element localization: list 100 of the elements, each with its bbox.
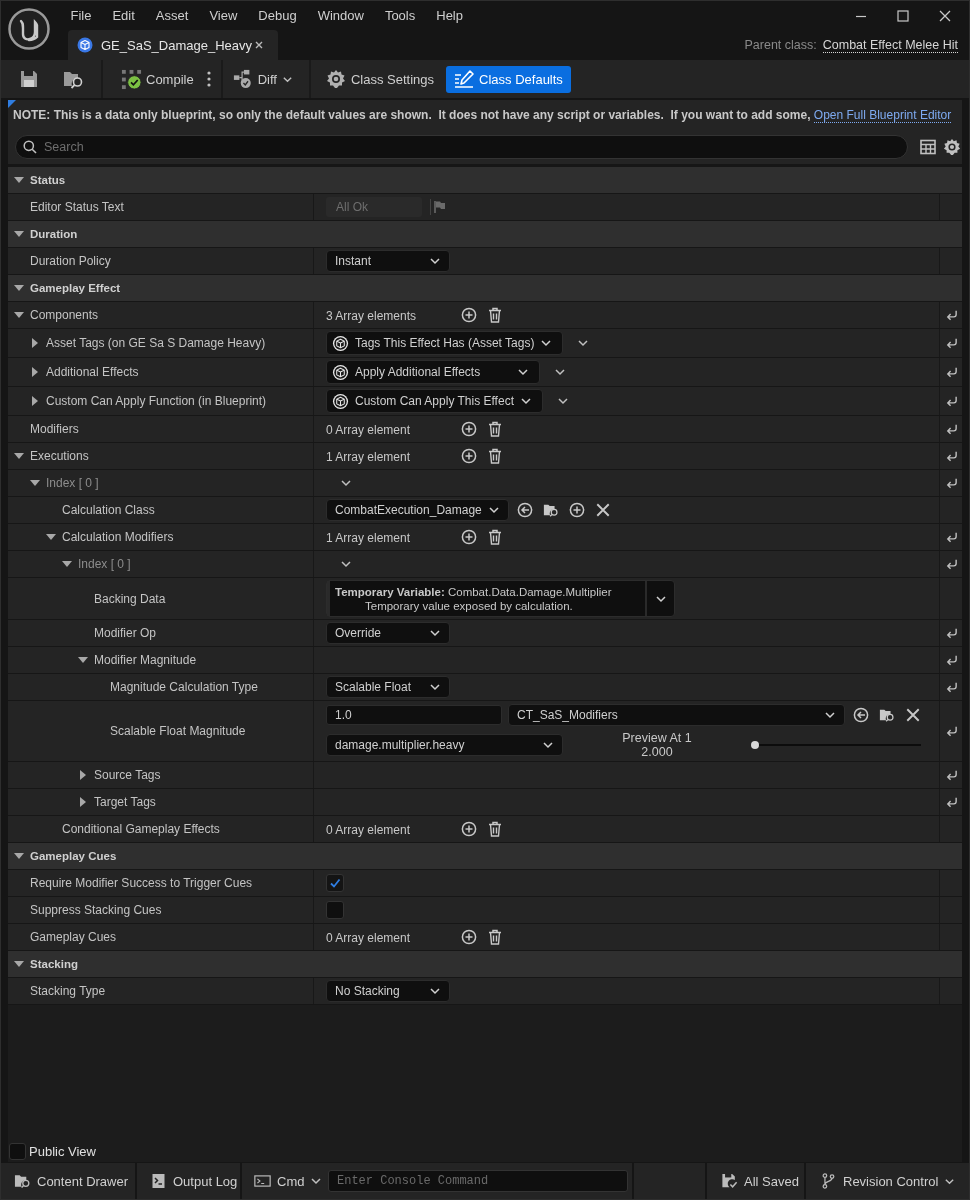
add-icon[interactable]	[461, 821, 477, 837]
cmd-button[interactable]: Cmd	[242, 1173, 328, 1189]
menu-item[interactable]: Window	[307, 6, 375, 25]
backing-data-description: Temporary value exposed by calculation.	[364, 599, 574, 612]
reset-icon[interactable]	[944, 768, 958, 782]
delete-icon[interactable]	[487, 821, 503, 837]
menu-item[interactable]: Asset	[145, 6, 199, 25]
mode-tab[interactable]: Class Defaults	[446, 65, 571, 93]
backing-data-combo[interactable]: Temporary Variable: Combat.Data.Damage.Multiplier Temporary value exposed by calculation.	[326, 580, 675, 617]
property-label: Target Tags	[94, 795, 156, 809]
menu-item[interactable]: Help	[425, 6, 474, 25]
add-icon[interactable]	[568, 502, 585, 518]
slider-thumb[interactable]	[751, 741, 759, 749]
component-dropdown[interactable]: Custom Can Apply This Effect	[326, 389, 543, 413]
delete-icon[interactable]	[487, 529, 503, 545]
dropdown[interactable]: Scalable Float	[326, 676, 450, 698]
category-header[interactable]: Stacking	[8, 951, 962, 977]
add-icon[interactable]	[461, 421, 477, 437]
component-dropdown[interactable]: Apply Additional Effects	[326, 360, 540, 384]
caret-icon[interactable]	[340, 558, 352, 570]
reset-icon[interactable]	[944, 557, 958, 571]
reset-icon[interactable]	[944, 476, 958, 490]
property-label: Duration Policy	[30, 254, 111, 268]
mode-tab[interactable]: Class Settings	[317, 65, 443, 93]
checkbox[interactable]	[326, 901, 344, 919]
caret-icon[interactable]	[340, 477, 352, 489]
category-header[interactable]: Duration	[8, 221, 962, 247]
content-drawer-button[interactable]: Content Drawer	[1, 1163, 137, 1199]
reset-icon[interactable]	[944, 530, 958, 544]
dropdown[interactable]: Override	[326, 622, 450, 644]
reset-icon[interactable]	[944, 365, 958, 379]
settings-icon[interactable]	[943, 138, 961, 156]
value-input[interactable]: 1.0	[326, 705, 502, 725]
curve-table-dropdown[interactable]: CT_SaS_Modifiers	[508, 704, 845, 726]
delete-icon[interactable]	[487, 448, 503, 464]
checkbox[interactable]	[326, 874, 344, 892]
reset-icon[interactable]	[944, 336, 958, 350]
menu-item[interactable]: Debug	[247, 6, 308, 25]
blueprint-editor-link[interactable]: Open Full Blueprint Editor	[813, 108, 952, 123]
reset-icon[interactable]	[944, 449, 958, 463]
console-input[interactable]: Enter Console Command	[328, 1170, 628, 1192]
arrow-circle-icon[interactable]	[516, 502, 533, 518]
add-icon[interactable]	[461, 448, 477, 464]
table-view-icon[interactable]	[920, 139, 936, 155]
caret-icon	[540, 337, 553, 349]
reset-icon[interactable]	[944, 795, 958, 809]
add-icon[interactable]	[461, 307, 477, 323]
component-dropdown[interactable]: Tags This Effect Has (Asset Tags)	[326, 331, 564, 355]
class-dropdown[interactable]: CombatExecution_Damage	[326, 499, 509, 521]
caret-icon[interactable]	[577, 337, 590, 349]
dropdown[interactable]: No Stacking	[326, 980, 450, 1002]
arrow-circle-icon[interactable]	[853, 707, 869, 723]
output-log-button[interactable]: Output Log	[137, 1163, 242, 1199]
category-header[interactable]: Status	[8, 167, 962, 193]
caret-icon[interactable]	[556, 395, 569, 407]
status-field: All Ok	[326, 197, 422, 217]
reset-icon[interactable]	[944, 308, 958, 322]
category-header[interactable]: Gameplay Effect	[8, 275, 962, 301]
folder-search-icon[interactable]	[63, 69, 85, 89]
folder-search-icon[interactable]	[542, 502, 559, 518]
parent-class-link[interactable]: Combat Effect Melee Hit	[822, 37, 958, 53]
reset-icon[interactable]	[944, 422, 958, 436]
reset-icon[interactable]	[944, 626, 958, 640]
more-icon[interactable]	[206, 71, 211, 87]
compile-button[interactable]: Compile	[121, 65, 194, 93]
checkbox[interactable]	[9, 1142, 26, 1160]
menu-item[interactable]: Tools	[374, 6, 426, 25]
array-count: 0 Array element	[326, 823, 411, 837]
menu-item[interactable]: View	[198, 6, 248, 25]
delete-icon[interactable]	[487, 421, 503, 437]
menu-item[interactable]: File	[60, 6, 102, 25]
revision-control-button[interactable]: Revision Control	[806, 1163, 969, 1199]
folder-search-icon[interactable]	[879, 707, 895, 723]
dropdown[interactable]: Instant	[326, 250, 450, 272]
delete-icon[interactable]	[487, 307, 503, 323]
caret-icon[interactable]	[554, 366, 566, 378]
save-status-button[interactable]: All Saved	[707, 1163, 806, 1199]
document-tab[interactable]: GE_SaS_Damage_Heavy	[68, 30, 278, 60]
close-icon[interactable]	[254, 40, 264, 50]
reset-icon[interactable]	[944, 394, 958, 408]
menu-item[interactable]: Edit	[101, 6, 146, 25]
reset-icon[interactable]	[944, 680, 958, 694]
add-icon[interactable]	[461, 929, 477, 945]
delete-icon[interactable]	[487, 929, 503, 945]
add-icon[interactable]	[461, 529, 477, 545]
reset-icon[interactable]	[944, 653, 958, 667]
diff-button[interactable]: Diff	[232, 65, 293, 93]
clear-icon[interactable]	[905, 707, 921, 723]
category-header[interactable]: Gameplay Cues	[8, 843, 962, 869]
save-icon[interactable]	[19, 69, 39, 89]
clear-icon[interactable]	[594, 502, 611, 518]
preview-slider[interactable]	[751, 741, 921, 749]
logo-icon[interactable]	[8, 8, 50, 50]
maximize-icon[interactable]	[897, 9, 909, 22]
close-icon[interactable]	[939, 9, 951, 22]
reset-icon[interactable]	[944, 724, 958, 738]
checkmark-icon	[329, 877, 341, 889]
corner-marker-icon	[8, 100, 16, 108]
search-field[interactable]: Search	[15, 135, 908, 159]
row-name-dropdown[interactable]: damage.multiplier.heavy	[326, 734, 563, 756]
